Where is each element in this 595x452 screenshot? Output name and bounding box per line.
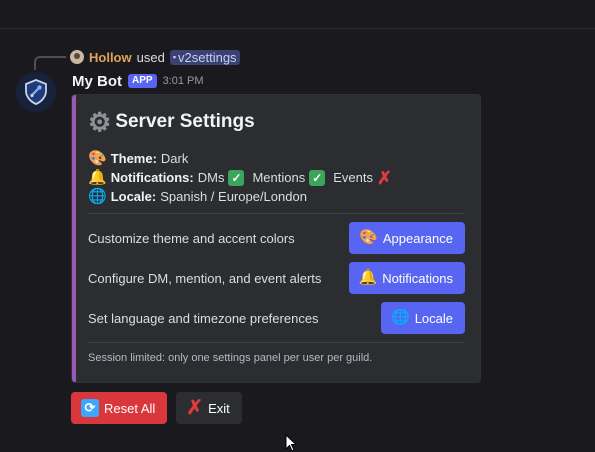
gear-icon: ⚙ (88, 107, 112, 137)
globe-icon: 🌐 (88, 187, 107, 205)
settings-embed: ⚙ Server Settings 🎨 Theme: Dark 🔔 Notifi… (71, 94, 481, 383)
reply-connector (34, 56, 66, 70)
dms-label: DMs (197, 170, 225, 185)
events-label: Events (333, 170, 373, 185)
refresh-icon: ⟳ (81, 399, 99, 417)
shield-icon (25, 79, 47, 105)
theme-label: Theme: (110, 151, 157, 166)
reply-username[interactable]: Hollow (89, 50, 132, 65)
reply-used-text: used (136, 49, 165, 65)
appearance-description: Customize theme and accent colors (88, 230, 295, 246)
bell-icon: 🔔 (88, 168, 107, 186)
close-icon: ✗ (186, 397, 204, 419)
appearance-section: Customize theme and accent colors 🎨 Appe… (88, 222, 465, 254)
appearance-button-label: Appearance (382, 230, 453, 246)
section-divider (88, 342, 465, 343)
palette-icon: 🎨 (88, 149, 107, 167)
exit-label: Exit (208, 400, 230, 416)
embed-footer: Session limited: only one settings panel… (88, 352, 373, 364)
embed-title: ⚙ Server Settings (88, 109, 255, 135)
locale-description: Set language and timezone preferences (88, 310, 319, 326)
locale-label: Locale: (110, 189, 157, 204)
action-buttons: ⟳ Reset All ✗ Exit (71, 392, 242, 424)
embed-title-text: Server Settings (115, 111, 255, 132)
notifications-button[interactable]: 🔔 Notifications (348, 262, 465, 294)
app-badge: APP (128, 74, 157, 88)
mouse-cursor-icon (285, 434, 297, 452)
theme-value: Dark (160, 151, 189, 166)
mentions-label: Mentions (252, 170, 306, 185)
timestamp[interactable]: 3:01 PM (163, 75, 204, 87)
locale-section: Set language and timezone preferences 🌐 … (88, 302, 465, 334)
bell-icon: 🔔 (358, 269, 378, 286)
theme-row: 🎨 Theme: Dark (88, 149, 392, 168)
reset-all-button[interactable]: ⟳ Reset All (71, 392, 168, 424)
top-divider (0, 28, 595, 29)
cross-icon: ✗ (376, 167, 393, 188)
notifications-row: 🔔 Notifications: DMs ✓ Mentions ✓ Events… (88, 168, 392, 187)
notifications-section: Configure DM, mention, and event alerts … (88, 262, 465, 294)
command-mention[interactable]: ▪︎ v2settings (169, 49, 240, 65)
user-avatar[interactable] (70, 50, 84, 64)
bot-avatar[interactable] (16, 72, 56, 112)
slash-command-icon: ▪︎ (172, 52, 177, 62)
palette-icon: 🎨 (359, 229, 378, 246)
globe-icon: 🌐 (391, 309, 410, 326)
locale-button[interactable]: 🌐 Locale (381, 302, 465, 334)
command-name: v2settings (178, 49, 237, 65)
reset-all-label: Reset All (104, 400, 156, 416)
embed-accent-bar (72, 95, 76, 382)
command-reply: Hollow used ▪︎ v2settings (70, 48, 240, 66)
message-header: My Bot APP 3:01 PM (72, 71, 204, 91)
locale-button-label: Locale (414, 310, 453, 326)
notifications-description: Configure DM, mention, and event alerts (88, 270, 322, 286)
locale-value: Spanish / Europe/London (160, 189, 307, 204)
check-icon: ✓ (228, 169, 245, 186)
exit-button[interactable]: ✗ Exit (176, 392, 242, 424)
section-divider (88, 213, 465, 214)
appearance-button[interactable]: 🎨 Appearance (349, 222, 465, 254)
notifications-button-label: Notifications (382, 270, 453, 286)
settings-summary: 🎨 Theme: Dark 🔔 Notifications: DMs ✓ Men… (88, 149, 392, 206)
notifications-label: Notifications: (110, 170, 194, 185)
locale-row: 🌐 Locale: Spanish / Europe/London (88, 187, 392, 206)
check-icon: ✓ (309, 169, 326, 186)
bot-name[interactable]: My Bot (72, 73, 122, 90)
